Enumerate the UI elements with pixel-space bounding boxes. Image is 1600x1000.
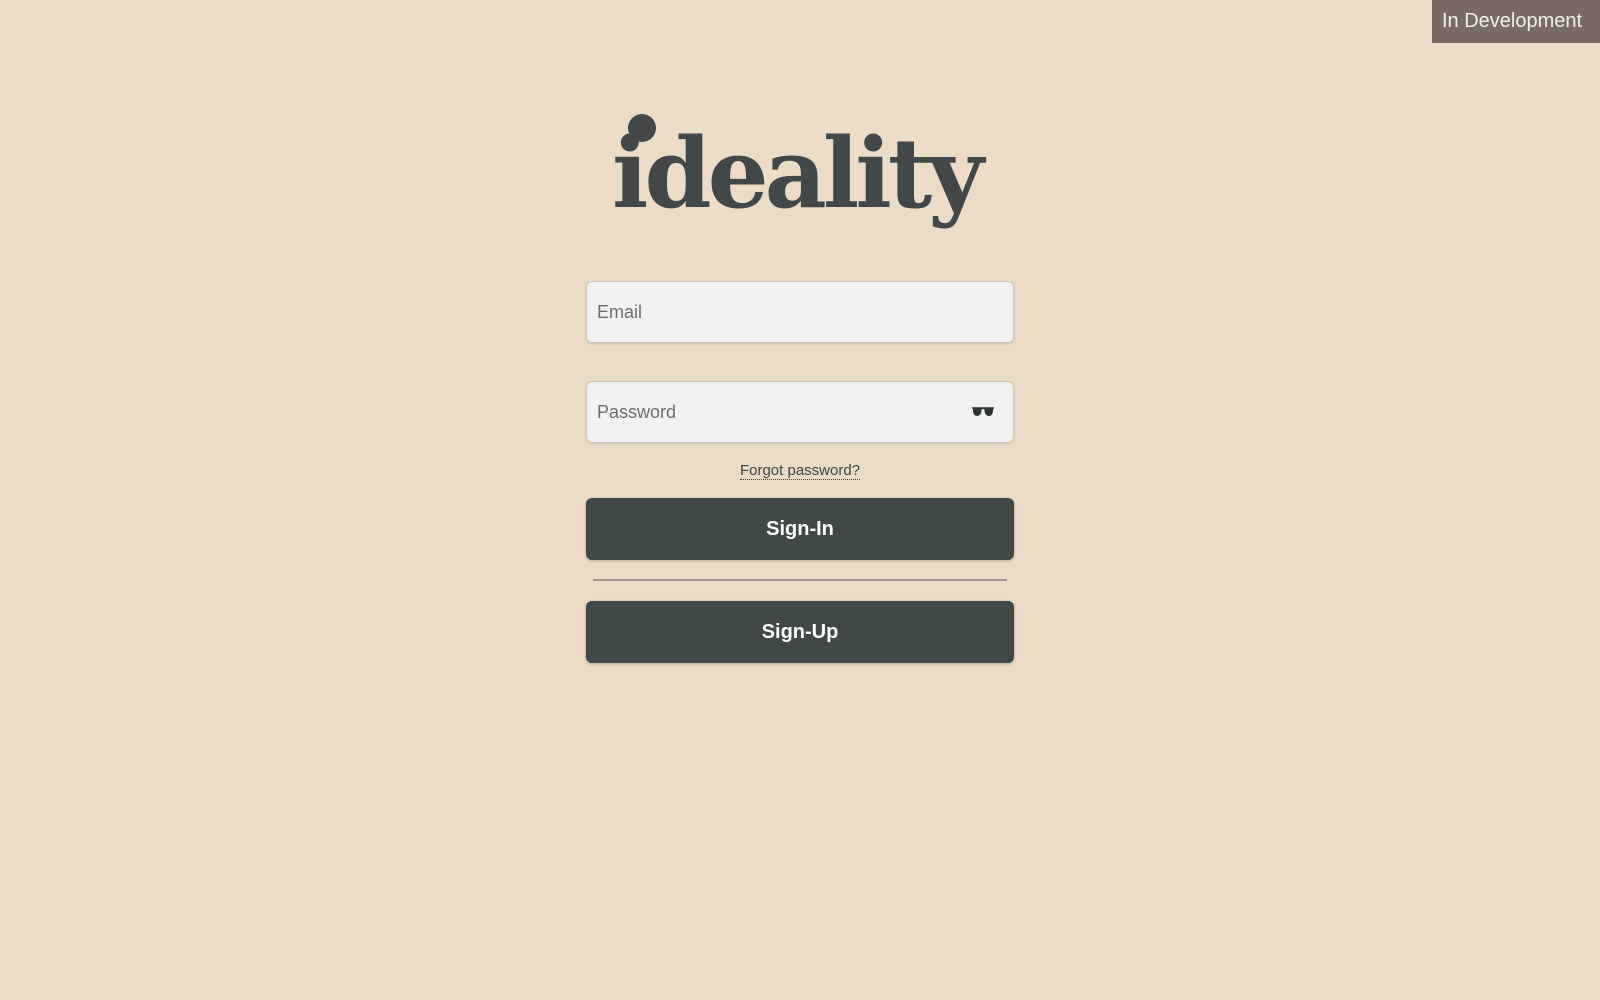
- environment-badge: In Development: [1432, 0, 1600, 43]
- sign-in-button[interactable]: Sign-In: [586, 498, 1014, 560]
- logo-wordmark: ideality: [612, 117, 984, 230]
- password-field[interactable]: [587, 382, 1013, 442]
- divider: [593, 579, 1007, 581]
- password-field-container: [586, 381, 1014, 443]
- forgot-password-row: Forgot password?: [586, 462, 1014, 480]
- email-field[interactable]: [587, 282, 1013, 342]
- forgot-password-link[interactable]: Forgot password?: [739, 462, 861, 480]
- sunglasses-icon[interactable]: [971, 403, 995, 421]
- email-field-container: [586, 281, 1014, 343]
- app-logo: ideality: [612, 108, 992, 238]
- sign-up-button[interactable]: Sign-Up: [586, 601, 1014, 663]
